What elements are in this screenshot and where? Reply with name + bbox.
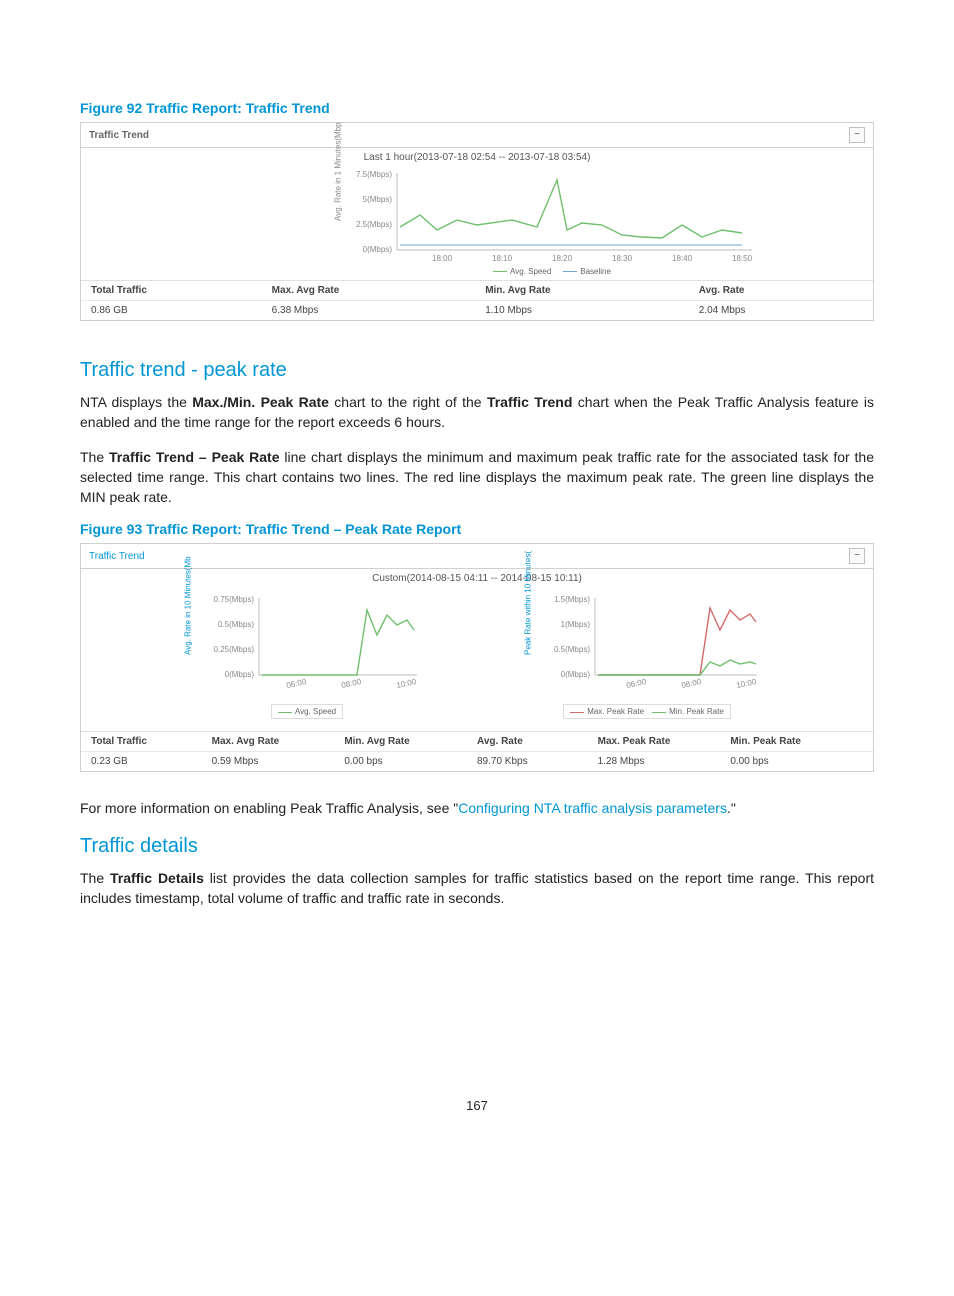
svg-text:18:30: 18:30: [612, 254, 633, 263]
svg-text:2.5(Mbps): 2.5(Mbps): [356, 220, 392, 229]
svg-text:10:00: 10:00: [396, 677, 418, 690]
svg-text:7.5(Mbps): 7.5(Mbps): [356, 170, 392, 179]
page-number: 167: [80, 1098, 874, 1113]
figure93-right-svg: 1.5(Mbps) 1(Mbps) 0.5(Mbps) 0(Mbps) 06:0…: [532, 590, 762, 700]
figure93-right-legend: Max. Peak Rate Min. Peak Rate: [563, 704, 731, 719]
svg-text:0.5(Mbps): 0.5(Mbps): [554, 645, 590, 654]
link-configuring-nta[interactable]: Configuring NTA traffic analysis paramet…: [458, 800, 727, 816]
figure93-stats-row: 0.23 GB 0.59 Mbps 0.00 bps 89.70 Kbps 1.…: [81, 751, 873, 771]
svg-text:06:00: 06:00: [626, 677, 648, 690]
figure92-caption: Figure 92 Traffic Report: Traffic Trend: [80, 100, 874, 116]
figure93-left-yaxis-label: Avg. Rate in 10 Minutes(Mb: [184, 556, 193, 655]
heading-traffic-details: Traffic details: [80, 835, 874, 858]
svg-text:18:00: 18:00: [432, 254, 453, 263]
svg-text:18:20: 18:20: [552, 254, 573, 263]
svg-text:1(Mbps): 1(Mbps): [561, 620, 591, 629]
svg-text:0.75(Mbps): 0.75(Mbps): [214, 595, 255, 604]
figure93-left-chart: Avg. Rate in 10 Minutes(Mb 0.75(Mbps) 0.…: [192, 590, 422, 719]
svg-text:08:00: 08:00: [681, 677, 703, 690]
figure92-panel-header: Traffic Trend −: [81, 123, 873, 148]
heading-peak-rate: Traffic trend - peak rate: [80, 359, 874, 382]
peak-p2: The Traffic Trend – Peak Rate line chart…: [80, 447, 874, 508]
figure92-timerange: Last 1 hour(2013-07-18 02:54 -- 2013-07-…: [81, 148, 873, 165]
figure92-panel: Traffic Trend − Last 1 hour(2013-07-18 0…: [80, 122, 874, 321]
svg-text:18:40: 18:40: [672, 254, 693, 263]
figure92-legend: Avg. Speed Baseline: [342, 267, 762, 276]
peak-crossref: For more information on enabling Peak Tr…: [80, 798, 874, 818]
figure93-panel: Traffic Trend − Custom(2014-08-15 04:11 …: [80, 543, 874, 772]
figure93-panel-header: Traffic Trend −: [81, 544, 873, 569]
figure93-right-yaxis-label: Peak Rate within 10 Minutes(: [524, 551, 533, 655]
figure93-timerange: Custom(2014-08-15 04:11 -- 2014-08-15 10…: [81, 569, 873, 586]
svg-text:1.5(Mbps): 1.5(Mbps): [554, 595, 590, 604]
figure93-left-legend: Avg. Speed: [271, 704, 343, 719]
svg-text:0(Mbps): 0(Mbps): [363, 245, 393, 254]
svg-text:08:00: 08:00: [341, 677, 363, 690]
collapse-icon[interactable]: −: [849, 548, 865, 564]
figure92-chart: Avg. Rate in 1 Minutes(Mbp 7.5(Mbps) 5(M…: [342, 165, 762, 276]
svg-text:18:50: 18:50: [732, 254, 753, 263]
svg-text:06:00: 06:00: [286, 677, 308, 690]
collapse-icon[interactable]: −: [849, 127, 865, 143]
figure93-panel-title: Traffic Trend: [89, 551, 145, 562]
figure93-right-chart: Peak Rate within 10 Minutes( 1.5(Mbps) 1…: [532, 590, 762, 719]
figure93-stats-head: Total Traffic Max. Avg Rate Min. Avg Rat…: [81, 731, 873, 751]
svg-text:0.25(Mbps): 0.25(Mbps): [214, 645, 255, 654]
svg-text:10:00: 10:00: [736, 677, 758, 690]
svg-text:18:10: 18:10: [492, 254, 513, 263]
figure92-yaxis-label: Avg. Rate in 1 Minutes(Mbp: [334, 122, 343, 221]
peak-p1: NTA displays the Max./Min. Peak Rate cha…: [80, 392, 874, 433]
figure92-stats-row: 0.86 GB 6.38 Mbps 1.10 Mbps 2.04 Mbps: [81, 300, 873, 320]
figure93-left-svg: 0.75(Mbps) 0.5(Mbps) 0.25(Mbps) 0(Mbps) …: [192, 590, 422, 700]
figure92-stats-head: Total Traffic Max. Avg Rate Min. Avg Rat…: [81, 280, 873, 300]
figure93-caption: Figure 93 Traffic Report: Traffic Trend …: [80, 521, 874, 537]
details-p1: The Traffic Details list provides the da…: [80, 868, 874, 909]
figure92-panel-title: Traffic Trend: [89, 130, 149, 141]
figure92-svg: 7.5(Mbps) 5(Mbps) 2.5(Mbps) 0(Mbps) 18:0…: [342, 165, 762, 265]
svg-text:0(Mbps): 0(Mbps): [225, 670, 255, 679]
svg-text:0.5(Mbps): 0.5(Mbps): [218, 620, 254, 629]
svg-text:0(Mbps): 0(Mbps): [561, 670, 591, 679]
svg-text:5(Mbps): 5(Mbps): [363, 195, 393, 204]
